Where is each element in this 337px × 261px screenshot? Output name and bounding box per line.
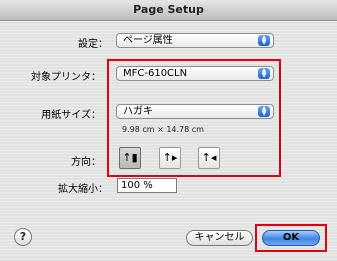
printer-value: MFC-610CLN xyxy=(123,68,188,79)
landscape-right-icon: ↑◂ xyxy=(201,151,217,164)
settings-label: 設定： xyxy=(78,39,108,50)
scale-label: 拡大縮小： xyxy=(58,184,108,195)
paper-size-label: 用紙サイズ： xyxy=(41,110,101,121)
cancel-button[interactable]: キャンセル xyxy=(186,230,253,246)
printer-label: 対象プリンタ： xyxy=(31,72,101,83)
settings-popup[interactable]: ページ属性 ▲ ▼ xyxy=(116,33,274,48)
window-title: Page Setup xyxy=(133,3,204,16)
orientation-label: 方向： xyxy=(71,157,101,168)
settings-value: ページ属性 xyxy=(123,35,173,46)
help-button[interactable]: ? xyxy=(14,228,32,246)
popup-arrows-icon: ▲ ▼ xyxy=(258,35,270,46)
popup-arrows-icon: ▲ ▼ xyxy=(258,106,270,117)
orientation-landscape-left-button[interactable]: ↑▸ xyxy=(159,147,181,169)
ok-button[interactable]: OK xyxy=(262,230,320,246)
landscape-left-icon: ↑▸ xyxy=(162,151,178,164)
orientation-landscape-right-button[interactable]: ↑◂ xyxy=(198,147,220,169)
popup-arrows-icon: ▲ ▼ xyxy=(258,68,270,79)
orientation-portrait-button[interactable]: ↑▮ xyxy=(119,147,141,169)
title-bar: Page Setup xyxy=(0,0,337,21)
printer-popup[interactable]: MFC-610CLN ▲ ▼ xyxy=(116,66,274,81)
scale-input[interactable]: 100 % xyxy=(117,178,177,193)
paper-dimensions: 9.98 cm × 14.78 cm xyxy=(122,125,204,134)
portrait-icon: ↑▮ xyxy=(122,151,138,164)
paper-size-value: ハガキ xyxy=(123,106,153,117)
paper-size-popup[interactable]: ハガキ ▲ ▼ xyxy=(116,104,274,119)
